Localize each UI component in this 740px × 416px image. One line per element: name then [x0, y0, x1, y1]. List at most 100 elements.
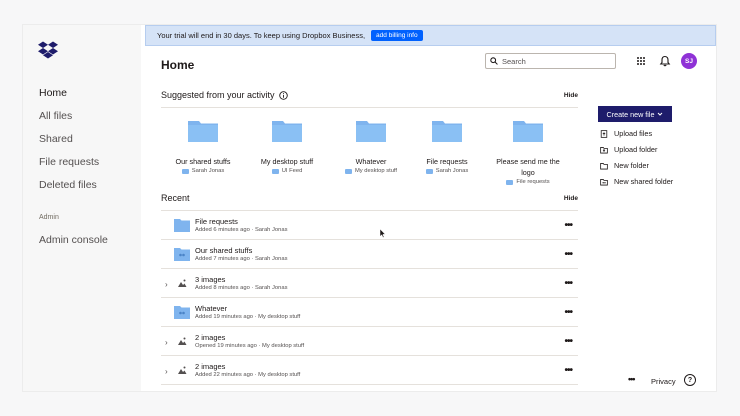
avatar[interactable]: SJ [681, 53, 697, 69]
divider [161, 107, 578, 108]
sidebar-item-all-files[interactable]: All files [39, 110, 72, 122]
sidebar-item-shared[interactable]: Shared [39, 133, 73, 145]
footer-more-button[interactable]: ••• [628, 374, 636, 384]
suggested-item-name: File requests [426, 157, 468, 166]
create-new-file-label: Create new file [606, 109, 655, 119]
folder-icon [271, 168, 279, 174]
upload-folder-icon [600, 146, 608, 153]
table-row[interactable]: Whatever Added 19 minutes ago · My deskt… [161, 299, 578, 327]
chevron-right-icon[interactable]: › [165, 280, 168, 289]
sidebar: Home All files Shared File requests Dele… [23, 25, 141, 391]
sidebar-section-admin: Admin [39, 214, 59, 221]
suggested-item-name: Our shared stuffs [175, 157, 231, 166]
suggested-item[interactable]: File requests Sarah Jonas [405, 118, 489, 174]
page-title: Home [161, 58, 195, 72]
row-meta: Added 22 minutes ago · My desktop stuff [195, 372, 301, 378]
chevron-right-icon[interactable]: › [165, 338, 168, 347]
row-name: 2 images [195, 362, 226, 371]
suggested-item[interactable]: My desktop stuff UI Feed [245, 118, 329, 174]
row-more-button[interactable]: ••• [564, 249, 572, 260]
row-name: 2 images [195, 333, 226, 342]
suggested-hide-button[interactable]: Hide [564, 92, 578, 99]
image-stack-icon [178, 279, 187, 287]
table-row[interactable]: Our shared stuffs Added 7 minutes ago · … [161, 241, 578, 269]
row-more-button[interactable]: ••• [564, 365, 572, 376]
suggested-item[interactable]: Our shared stuffs Sarah Jonas [161, 118, 245, 174]
row-name: Whatever [195, 304, 228, 313]
folder-icon [188, 121, 218, 142]
folder-icon [432, 121, 462, 142]
row-more-button[interactable]: ••• [564, 220, 572, 231]
new-folder-button[interactable]: New folder [600, 161, 649, 170]
chevron-right-icon[interactable]: › [165, 367, 168, 376]
privacy-link[interactable]: Privacy [651, 377, 676, 386]
sidebar-item-home[interactable]: Home [39, 87, 67, 99]
help-icon[interactable]: ? [684, 374, 696, 386]
dropbox-logo-icon[interactable] [38, 41, 58, 59]
image-stack-icon [178, 337, 187, 345]
folder-icon [425, 168, 433, 174]
row-meta: Added 7 minutes ago · Sarah Jonas [195, 256, 288, 262]
image-stack-icon [178, 366, 187, 374]
suggested-item-name: Whatever [355, 157, 387, 166]
trial-banner-text: Your trial will end in 30 days. To keep … [157, 31, 366, 40]
new-shared-folder-icon [600, 178, 608, 185]
row-meta: Added 8 minutes ago · Sarah Jonas [195, 285, 288, 291]
chevron-down-icon [658, 112, 663, 116]
suggested-item-location: My desktop stuff [329, 168, 413, 174]
table-row[interactable]: › 3 images Added 8 minutes ago · Sarah J… [161, 270, 578, 298]
shared-folder-icon [174, 248, 190, 261]
upload-folder-button[interactable]: Upload folder [600, 145, 657, 154]
recent-title: Recent [161, 193, 190, 203]
row-meta: Added 6 minutes ago · Sarah Jonas [195, 227, 288, 233]
folder-icon [356, 121, 386, 142]
suggested-item-name: Please send me the logo [496, 157, 560, 177]
table-row[interactable]: › 2 images Added 22 minutes ago · My des… [161, 357, 578, 385]
suggested-item-location: UI Feed [245, 168, 329, 174]
suggested-header: Suggested from your activity Hide [161, 90, 578, 100]
search-icon [490, 57, 498, 65]
row-name: File requests [195, 217, 238, 226]
table-row[interactable]: File requests Added 6 minutes ago · Sara… [161, 212, 578, 240]
suggested-title: Suggested from your activity [161, 90, 275, 100]
folder-icon [344, 168, 352, 174]
suggested-item[interactable]: Whatever My desktop stuff [329, 118, 413, 174]
sidebar-item-file-requests[interactable]: File requests [39, 156, 99, 168]
create-new-file-button[interactable]: Create new file [598, 106, 672, 122]
suggested-item-location: Sarah Jonas [405, 168, 489, 174]
search-placeholder: Search [502, 56, 526, 66]
folder-icon [272, 121, 302, 142]
new-folder-icon [600, 162, 608, 169]
suggested-item-name: My desktop stuff [260, 157, 314, 166]
folder-icon [506, 179, 514, 185]
row-more-button[interactable]: ••• [564, 307, 572, 318]
search-input[interactable]: Search [485, 53, 616, 69]
row-name: Our shared stuffs [195, 246, 253, 255]
row-meta: Added 19 minutes ago · My desktop stuff [195, 314, 301, 320]
suggested-item-location: File requests [486, 179, 570, 185]
suggested-item-location: Sarah Jonas [161, 168, 245, 174]
folder-icon [513, 121, 543, 142]
add-billing-info-button[interactable]: add billing info [371, 30, 423, 41]
bell-icon[interactable] [659, 55, 671, 67]
shared-folder-icon [174, 306, 190, 319]
sidebar-item-deleted-files[interactable]: Deleted files [39, 179, 97, 191]
folder-icon [174, 219, 190, 232]
row-meta: Opened 19 minutes ago · My desktop stuff [195, 343, 305, 349]
mouse-cursor-icon [380, 229, 386, 238]
divider [161, 210, 578, 211]
table-row[interactable]: › 2 images Opened 19 minutes ago · My de… [161, 328, 578, 356]
sidebar-item-admin-console[interactable]: Admin console [39, 234, 108, 246]
app-window: Home All files Shared File requests Dele… [23, 25, 716, 391]
row-name: 3 images [195, 275, 226, 284]
upload-file-icon [600, 129, 608, 138]
recent-hide-button[interactable]: Hide [564, 195, 578, 202]
info-icon[interactable] [278, 90, 288, 100]
new-shared-folder-button[interactable]: New shared folder [600, 177, 673, 186]
row-more-button[interactable]: ••• [564, 278, 572, 289]
upload-files-button[interactable]: Upload files [600, 129, 652, 138]
app-grid-icon[interactable] [635, 55, 647, 67]
suggested-item[interactable]: Please send me the logo File requests [486, 118, 570, 185]
trial-banner: Your trial will end in 30 days. To keep … [145, 25, 716, 46]
row-more-button[interactable]: ••• [564, 336, 572, 347]
